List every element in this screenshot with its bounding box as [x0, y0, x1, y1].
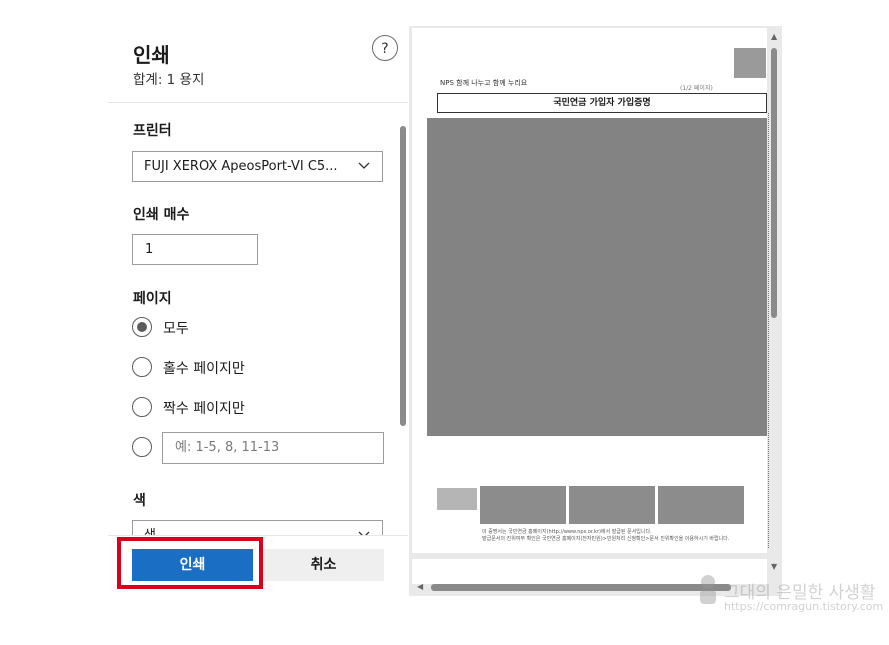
page-edge — [768, 113, 770, 548]
settings-scroll-area: 프린터 FUJI XEROX ApeosPort-VI C5... 인쇄 매수 … — [108, 103, 408, 535]
sheet-count: 합계: 1 용지 — [133, 72, 205, 88]
page-range-input[interactable]: 예: 1-5, 8, 11-13 — [162, 432, 384, 464]
person-icon — [700, 575, 716, 604]
dialog-header: 인쇄 합계: 1 용지 ? — [108, 26, 408, 103]
redacted-area — [427, 118, 767, 436]
radio-odd-label: 홀수 페이지만 — [163, 361, 245, 377]
pages-label: 페이지 — [133, 291, 172, 307]
copies-label: 인쇄 매수 — [133, 207, 190, 223]
pages-option-custom[interactable] — [132, 437, 152, 459]
scroll-up-icon[interactable]: ▲ — [771, 32, 777, 41]
doc-title: 국민연금 가입자 가입증명 — [437, 93, 767, 113]
watermark-url: https://comragun.tistory.com — [724, 600, 884, 613]
printer-label: 프린터 — [133, 123, 172, 139]
preview-page: NPS 함께 나누고 함께 누리요 (1/2 페이지) 국민연금 가입자 가입증… — [412, 28, 770, 553]
barcode-icon — [658, 486, 744, 524]
printer-select[interactable]: FUJI XEROX ApeosPort-VI C5... — [132, 151, 383, 182]
doc-header: NPS 함께 나누고 함께 누리요 — [440, 79, 528, 87]
print-button-highlight — [117, 537, 263, 589]
radio-custom[interactable] — [132, 437, 152, 457]
barcode-icon — [480, 486, 566, 524]
barcode-icon — [437, 488, 477, 510]
scroll-down-icon[interactable]: ▼ — [771, 562, 777, 571]
doc-page-number: (1/2 페이지) — [680, 85, 713, 92]
doc-footnote: 발급문서의 진위여부 확인은 국민연금 홈페이지(전자민원)>민원처리 신청확인… — [482, 536, 730, 542]
dialog-title: 인쇄 — [133, 43, 170, 67]
print-settings-panel: 인쇄 합계: 1 용지 ? 프린터 FUJI XEROX ApeosPort-V… — [108, 26, 408, 597]
blog-watermark: 그대의 은밀한 사생활 https://comragun.tistory.com — [696, 572, 886, 622]
print-preview: NPS 함께 나누고 함께 누리요 (1/2 페이지) 국민연금 가입자 가입증… — [409, 26, 782, 596]
chevron-down-icon — [358, 162, 370, 169]
help-button[interactable]: ? — [372, 35, 398, 61]
radio-all[interactable] — [132, 317, 152, 337]
printer-select-value: FUJI XEROX ApeosPort-VI C5... — [144, 159, 338, 174]
barcode-icon — [569, 486, 655, 524]
radio-even-label: 짝수 페이지만 — [163, 401, 245, 417]
qr-code-icon — [734, 48, 766, 78]
color-label: 색 — [133, 493, 146, 509]
radio-odd[interactable] — [132, 357, 152, 377]
radio-all-label: 모두 — [163, 321, 189, 337]
color-select[interactable]: 색 — [132, 520, 383, 535]
settings-scrollbar[interactable] — [400, 126, 406, 426]
doc-footnote: 이 증명서는 국민연금 홈페이지(http://www.nps.or.kr)에서… — [482, 529, 652, 535]
preview-vertical-scrollbar[interactable] — [771, 48, 777, 318]
scroll-left-icon[interactable]: ◀ — [417, 582, 423, 591]
color-select-value: 색 — [144, 528, 156, 535]
preview-horizontal-scrollbar[interactable] — [431, 584, 731, 591]
radio-even[interactable] — [132, 397, 152, 417]
copies-input[interactable]: 1 — [132, 234, 258, 265]
cancel-button[interactable]: 취소 — [263, 549, 384, 581]
